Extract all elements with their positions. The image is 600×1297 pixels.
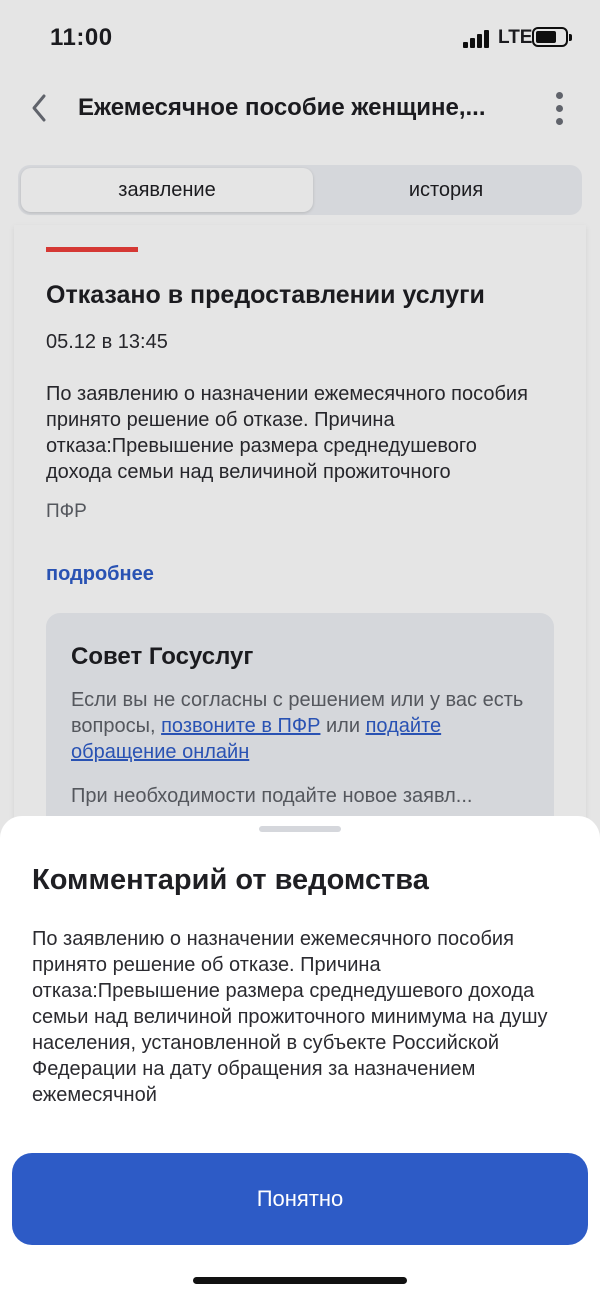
sheet-grabber[interactable] bbox=[259, 826, 341, 832]
ok-button[interactable]: Понятно bbox=[12, 1153, 588, 1245]
sheet-comment-text: По заявлению о назначении ежемесячного п… bbox=[32, 928, 548, 1106]
screen: 11:00 LTE Ежемесячное пособие женщине,..… bbox=[0, 0, 600, 1297]
sheet-title: Комментарий от ведомства bbox=[32, 864, 429, 896]
home-indicator[interactable] bbox=[193, 1277, 407, 1284]
bottom-sheet: Комментарий от ведомства По заявлению о … bbox=[0, 816, 600, 1297]
